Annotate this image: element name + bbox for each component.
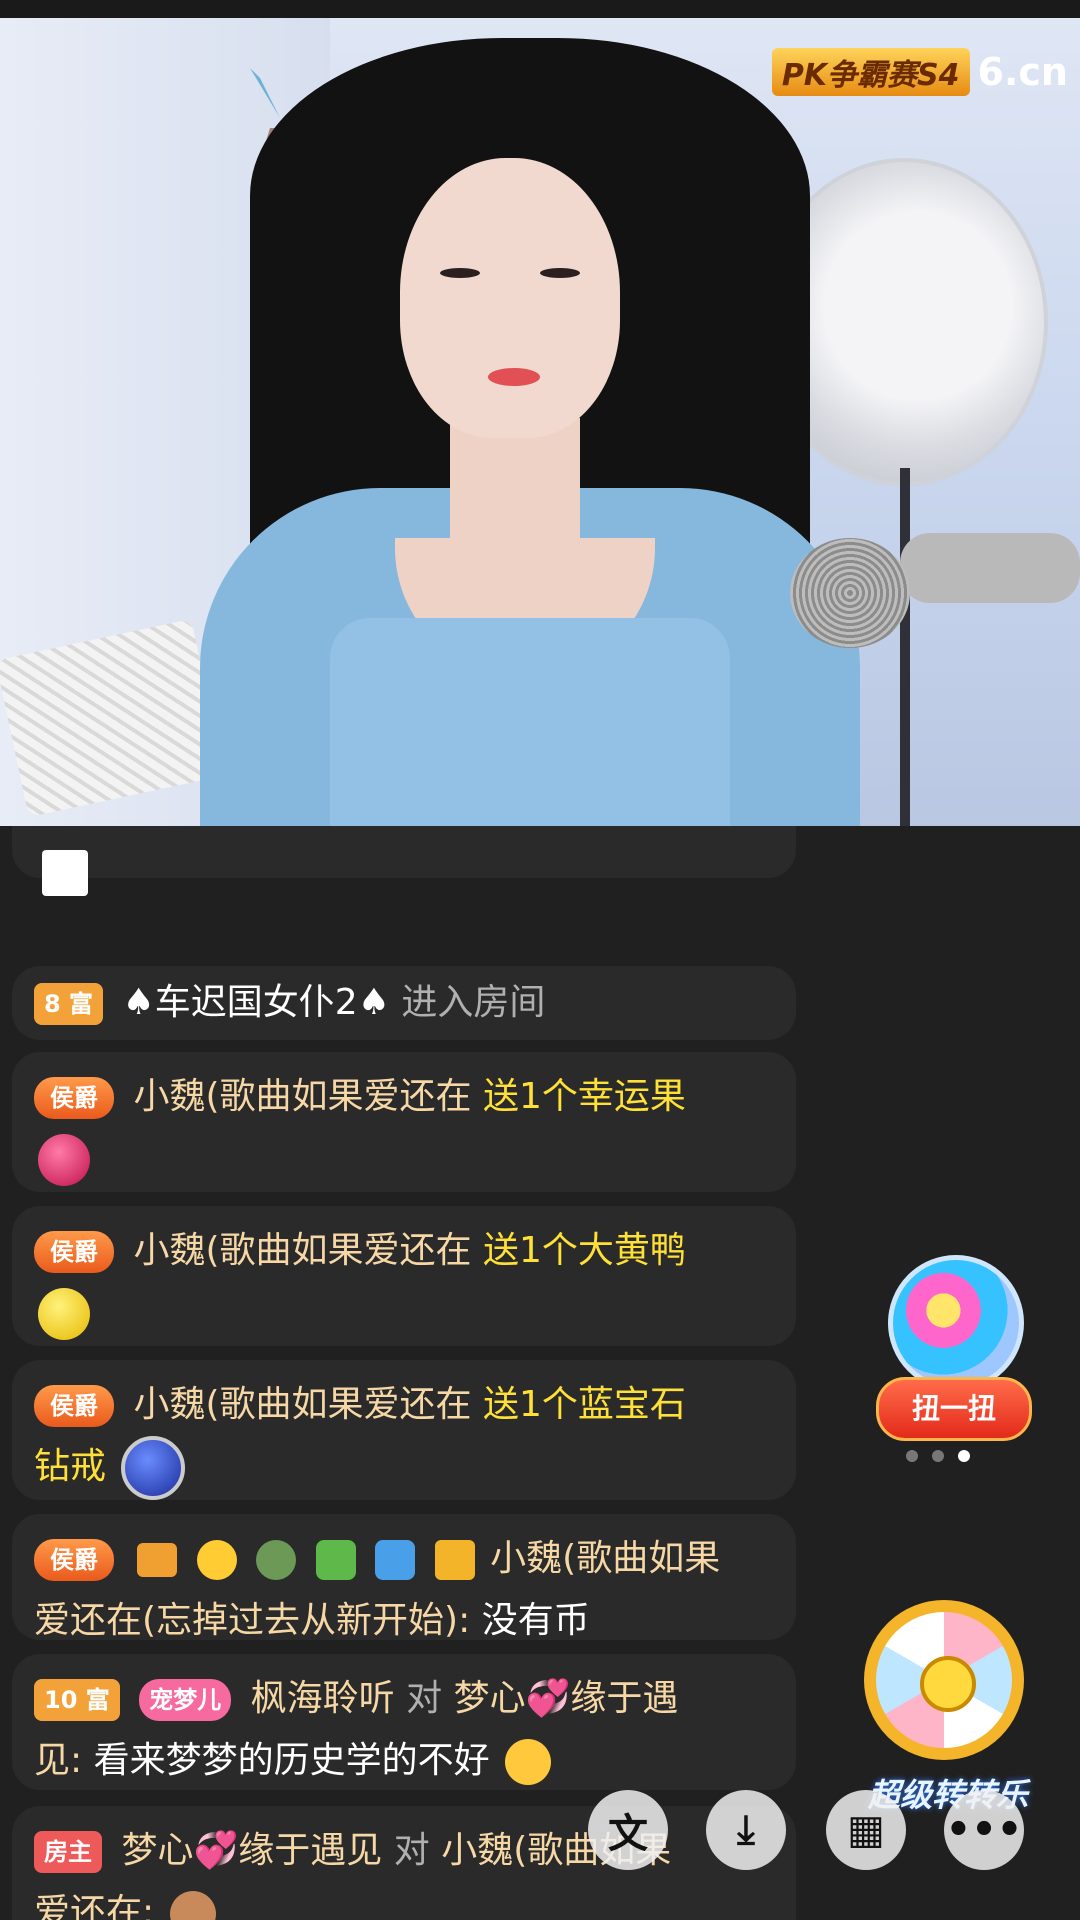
emoji-icon xyxy=(505,1739,552,1785)
chat-message: 侯爵 小魏(歌曲如果爱还在 送1个大黄鸭 xyxy=(12,1206,796,1346)
rank-badge-2-icon xyxy=(375,1540,416,1580)
star-level-icon xyxy=(196,1540,237,1580)
translate-icon: 文 xyxy=(608,1811,648,1857)
mic-arm xyxy=(900,533,1080,603)
left-eye xyxy=(440,268,480,278)
download-button[interactable]: ⤓ xyxy=(706,1790,786,1870)
target-name[interactable]: 梦心💞缘于遇 xyxy=(454,1678,679,1719)
live-video[interactable]: PK争霸赛S4 6.cn xyxy=(0,18,1080,826)
streamer-face xyxy=(400,158,620,438)
speaker-name[interactable]: 梦心💞缘于遇见 xyxy=(121,1830,382,1871)
grid-icon: ▦ xyxy=(847,1807,885,1853)
marquis-badge: 侯爵 xyxy=(34,1077,114,1119)
lips xyxy=(488,368,540,386)
badge-icon xyxy=(169,1891,216,1920)
crown-icon xyxy=(137,1543,178,1577)
chat-message: 房主 梦心💞缘于遇见 对 小魏(歌曲如果 爱还在: xyxy=(12,1806,796,1920)
chat-message: 10 富 宠梦儿 枫海聆听 对 梦心💞缘于遇 见: 看来梦梦的历史学的不好 xyxy=(12,1654,796,1790)
to-text: 对 xyxy=(393,1830,430,1871)
user-card-icon xyxy=(434,1540,475,1580)
username[interactable]: 小魏(歌曲如果 xyxy=(490,1538,720,1579)
enter-room-text: 进入房间 xyxy=(401,982,546,1023)
spin-wheel-widget[interactable] xyxy=(864,1600,1024,1770)
download-icon: ⤓ xyxy=(737,1807,755,1853)
target-name-continued: 见: xyxy=(34,1740,83,1781)
shirt xyxy=(330,618,730,826)
page-dot xyxy=(906,1450,918,1462)
host-badge: 房主 xyxy=(34,1831,102,1873)
microphone xyxy=(790,538,910,648)
username[interactable]: ♠车迟国女仆2♠ xyxy=(123,982,390,1023)
chat-list[interactable]: 8 富 ♠车迟国女仆2♠ 进入房间 侯爵 小魏(歌曲如果爱还在 送1个幸运果 侯… xyxy=(12,826,796,1920)
message-text: 看来梦梦的历史学的不好 xyxy=(93,1740,490,1781)
translate-button[interactable]: 文 xyxy=(588,1790,668,1870)
more-icon: ••• xyxy=(945,1807,1023,1853)
rich-level-badge: 10 富 xyxy=(34,1679,120,1721)
page-dot xyxy=(932,1450,944,1462)
message-text: 没有币 xyxy=(481,1600,590,1641)
capsule-machine-icon xyxy=(888,1255,1024,1391)
lucky-fruit-gift-icon xyxy=(38,1134,90,1186)
speaker-name[interactable]: 枫海聆听 xyxy=(251,1678,395,1719)
chat-message: 侯爵 小魏(歌曲如果爱还在 送1个蓝宝石 钻戒 xyxy=(12,1360,796,1500)
to-text: 对 xyxy=(406,1678,443,1719)
twist-button[interactable]: 扭一扭 xyxy=(876,1377,1032,1441)
marquis-badge: 侯爵 xyxy=(34,1539,114,1581)
chat-message: 侯爵 小魏(歌曲如果爱还在 送1个幸运果 xyxy=(12,1052,796,1192)
gift-text: 送1个幸运果 xyxy=(482,1076,686,1117)
grid-menu-button[interactable]: ▦ xyxy=(826,1790,906,1870)
marquis-badge: 侯爵 xyxy=(34,1385,114,1427)
username[interactable]: 小魏(歌曲如果爱还在 xyxy=(133,1384,471,1425)
channel-logo: PK争霸赛S4 6.cn xyxy=(771,48,1068,96)
gift-text: 送1个大黄鸭 xyxy=(482,1230,686,1271)
marquis-badge: 侯爵 xyxy=(34,1231,114,1273)
gift-text-continued: 钻戒 xyxy=(34,1446,107,1487)
yellow-duck-gift-icon xyxy=(38,1288,90,1340)
target-name-continued: 爱还在: xyxy=(34,1892,155,1920)
pet-badge: 宠梦儿 xyxy=(139,1679,232,1721)
widget-page-indicator xyxy=(906,1450,970,1462)
chat-message: 8 富 ♠车迟国女仆2♠ 进入房间 xyxy=(12,966,796,1040)
chat-message xyxy=(12,826,796,896)
rich-level-badge: 8 富 xyxy=(34,983,104,1025)
chat-message: 侯爵 小魏(歌曲如果 爱还在(忘掉过去从新开始): 没有币 xyxy=(12,1514,796,1641)
status-bar xyxy=(0,0,1080,18)
rank-badge-icon xyxy=(315,1540,356,1580)
gift-text: 送1个蓝宝石 xyxy=(482,1384,686,1425)
medal-icon xyxy=(256,1540,297,1580)
light-stand xyxy=(900,468,910,826)
brand-logo: 6.cn xyxy=(977,50,1068,94)
wheel-center xyxy=(920,1656,976,1712)
page-dot-active xyxy=(958,1450,970,1462)
right-eye xyxy=(540,268,580,278)
more-button[interactable]: ••• xyxy=(944,1790,1024,1870)
username[interactable]: 小魏(歌曲如果爱还在 xyxy=(133,1076,471,1117)
username-continued: 爱还在(忘掉过去从新开始): xyxy=(34,1600,471,1641)
sapphire-ring-gift-icon xyxy=(121,1436,186,1500)
username[interactable]: 小魏(歌曲如果爱还在 xyxy=(133,1230,471,1271)
capsule-machine-widget[interactable]: 扭一扭 xyxy=(876,1255,1032,1441)
avatar-icon xyxy=(42,850,88,896)
pk-badge: PK争霸赛S4 xyxy=(771,48,970,96)
